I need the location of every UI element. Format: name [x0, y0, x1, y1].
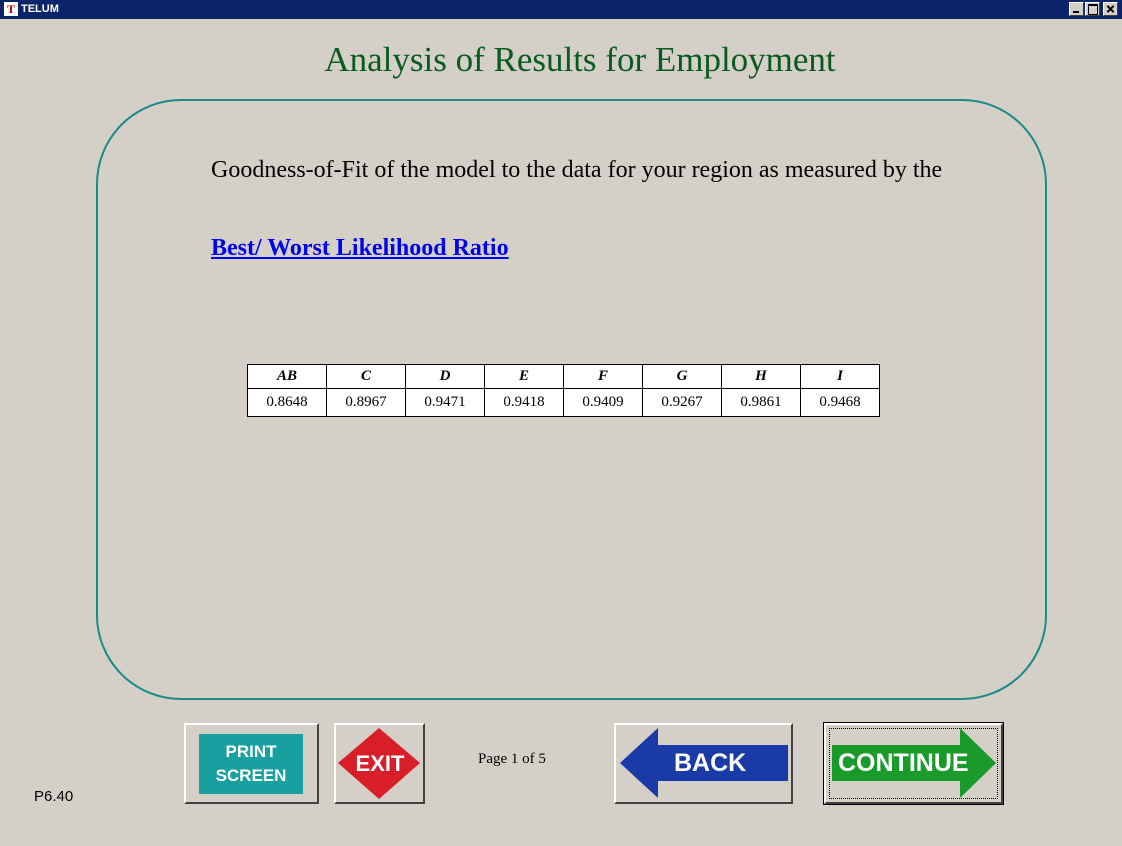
continue-label: CONTINUE	[838, 749, 969, 777]
likelihood-ratio-link[interactable]: Best/ Worst Likelihood Ratio	[211, 235, 509, 262]
table-row: 0.8648 0.8967 0.9471 0.9418 0.9409 0.926…	[247, 388, 880, 417]
table-cell: 0.8648	[247, 388, 327, 417]
exit-button[interactable]: EXIT	[334, 723, 425, 804]
print-label-line2: SCREEN	[215, 766, 287, 785]
table-cell: 0.8967	[326, 388, 406, 417]
table-cell: 0.9471	[405, 388, 485, 417]
continue-button[interactable]: CONTINUE	[823, 722, 1004, 805]
table-cell: 0.9418	[484, 388, 564, 417]
window-titlebar[interactable]: T TELUM	[0, 0, 1122, 19]
table-header-row: AB C D E F G H I	[247, 364, 880, 389]
telum-app-icon: T	[4, 2, 18, 16]
window-title: TELUM	[21, 3, 59, 15]
column-header: H	[721, 364, 801, 389]
column-header: G	[642, 364, 722, 389]
page-indicator: Page 1 of 5	[478, 751, 546, 767]
exit-label: EXIT	[355, 751, 405, 776]
table-cell: 0.9861	[721, 388, 801, 417]
column-header: AB	[247, 364, 327, 389]
print-screen-face: PRINT SCREEN	[199, 734, 303, 794]
intro-text: Goodness-of-Fit of the model to the data…	[211, 157, 943, 183]
column-header: D	[405, 364, 485, 389]
column-header: C	[326, 364, 406, 389]
page-title: Analysis of Results for Employment	[324, 40, 836, 79]
column-header: I	[800, 364, 880, 389]
back-button[interactable]: BACK	[614, 723, 793, 804]
table-cell: 0.9267	[642, 388, 722, 417]
back-label: BACK	[674, 749, 747, 777]
table-cell: 0.9409	[563, 388, 643, 417]
print-label-line1: PRINT	[225, 742, 277, 761]
close-icon[interactable]	[1103, 2, 1118, 16]
column-header: E	[484, 364, 564, 389]
maximize-icon[interactable]	[1085, 2, 1100, 16]
table-cell: 0.9468	[800, 388, 880, 417]
column-header: F	[563, 364, 643, 389]
screen-code: P6.40	[34, 788, 74, 805]
print-screen-button[interactable]: PRINT SCREEN	[184, 723, 319, 804]
minimize-icon[interactable]	[1069, 2, 1084, 16]
results-table: AB C D E F G H I 0.8648 0.8967 0.9471 0.…	[247, 364, 880, 417]
